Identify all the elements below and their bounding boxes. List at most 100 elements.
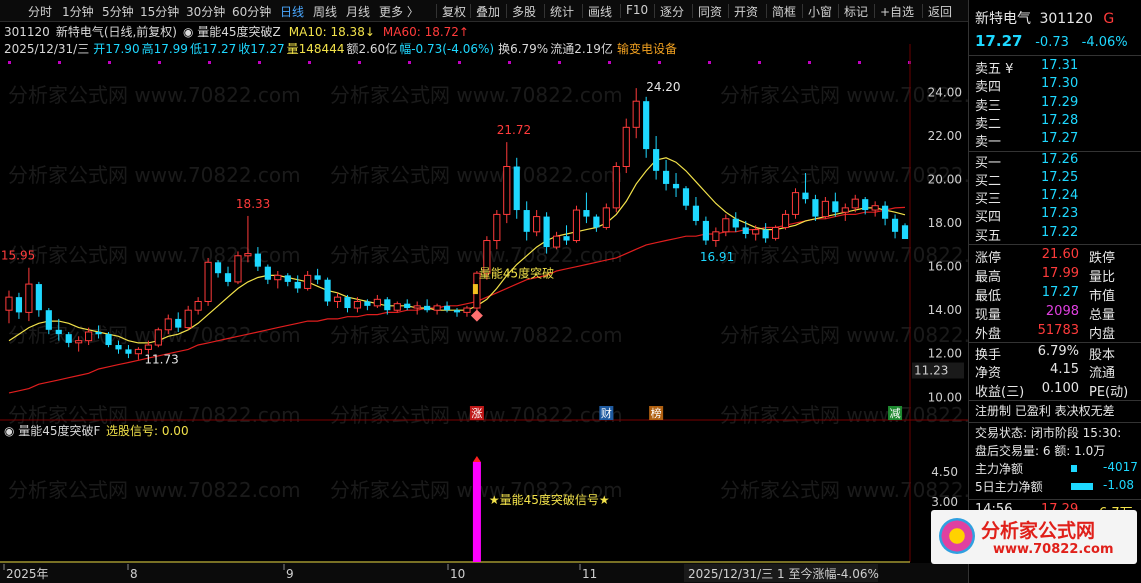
tool-button-10[interactable]: 小窗 — [808, 3, 832, 20]
candle-body[interactable] — [871, 205, 879, 211]
candle-body[interactable] — [164, 318, 172, 331]
candle-body[interactable] — [602, 207, 610, 228]
candle-body[interactable] — [583, 210, 590, 217]
period-tab-8[interactable]: 月线 — [346, 3, 370, 20]
candle-body[interactable] — [284, 275, 291, 282]
candle-body[interactable] — [254, 253, 261, 267]
candle-body[interactable] — [214, 262, 222, 274]
candle-body[interactable] — [841, 207, 849, 213]
candle-body[interactable] — [722, 218, 730, 233]
candle-body[interactable] — [453, 310, 461, 313]
period-tab-7[interactable]: 周线 — [313, 3, 337, 20]
candle-body[interactable] — [662, 170, 670, 184]
candle-body[interactable] — [563, 236, 570, 241]
candle-body[interactable] — [772, 226, 780, 239]
candle-body[interactable] — [612, 166, 620, 209]
candle-body[interactable] — [513, 166, 520, 211]
candle-body[interactable] — [732, 218, 739, 228]
ask-row-2[interactable]: 卖三 17.29 — [975, 95, 1135, 114]
kline-chart-svg[interactable]: 301120 新特电气(日线,前复权) ◉ 量能45度突破Z MA10: 18.38↓… — [0, 22, 968, 583]
candle-body[interactable] — [424, 305, 431, 311]
candle-body[interactable] — [742, 227, 749, 234]
tool-button-5[interactable]: F10 — [626, 3, 648, 17]
candle-body[interactable] — [891, 218, 899, 232]
candle-body[interactable] — [752, 229, 760, 235]
tool-button-9[interactable]: 简框 — [772, 3, 796, 20]
candle-body[interactable] — [55, 329, 62, 335]
ask-row-1[interactable]: 卖四 17.30 — [975, 76, 1135, 95]
candle-body[interactable] — [832, 201, 839, 213]
candle-body[interactable] — [194, 300, 202, 311]
candle-body[interactable] — [65, 334, 72, 343]
ask-row-0[interactable]: 卖五 ¥ 17.31 — [975, 58, 1135, 77]
candle-body[interactable] — [543, 216, 550, 248]
candle-body[interactable] — [762, 229, 769, 239]
candle-body[interactable] — [244, 253, 252, 257]
candle-body[interactable] — [572, 209, 581, 242]
candle-body[interactable] — [702, 220, 709, 241]
candle-body[interactable] — [781, 213, 790, 228]
candle-body[interactable] — [493, 213, 501, 242]
candle-body[interactable] — [35, 284, 42, 311]
candle-body[interactable] — [45, 310, 52, 330]
candle-body[interactable] — [105, 334, 112, 346]
tool-button-4[interactable]: 画线 — [588, 3, 612, 20]
candle-body[interactable] — [851, 198, 859, 209]
candle-body[interactable] — [552, 235, 561, 248]
ask-row-4[interactable]: 卖一 17.27 — [975, 131, 1135, 150]
candle-body[interactable] — [812, 199, 819, 217]
candle-body[interactable] — [75, 340, 83, 344]
candle-body[interactable] — [304, 274, 312, 289]
candle-body[interactable] — [234, 255, 242, 283]
candle-body[interactable] — [672, 183, 680, 189]
tool-button-7[interactable]: 同资 — [698, 3, 722, 20]
candle-body[interactable] — [25, 283, 33, 313]
candle-body[interactable] — [791, 192, 800, 215]
candle-body[interactable] — [125, 349, 132, 354]
candle-body[interactable] — [115, 345, 122, 350]
candle-body[interactable] — [154, 329, 162, 346]
candle-body[interactable] — [901, 225, 909, 240]
candle-body[interactable] — [274, 274, 282, 281]
candle-body[interactable] — [404, 303, 411, 309]
period-tab-1[interactable]: 1分钟 — [62, 3, 94, 20]
bid-row-1[interactable]: 买二 17.25 — [975, 170, 1135, 189]
candle-body[interactable] — [353, 300, 362, 309]
candle-body[interactable] — [622, 126, 630, 168]
bid-row-4[interactable]: 买五 17.22 — [975, 225, 1135, 244]
candle-body[interactable] — [393, 303, 401, 311]
candle-body[interactable] — [264, 266, 271, 280]
candle-body[interactable] — [333, 296, 342, 302]
candle-body[interactable] — [224, 273, 232, 282]
tool-button-6[interactable]: 逐分 — [660, 3, 684, 20]
tool-button-12[interactable]: +自选 — [880, 3, 914, 20]
period-tab-5[interactable]: 60分钟 — [232, 3, 271, 20]
candle-body[interactable] — [682, 188, 690, 206]
bid-row-2[interactable]: 买三 17.24 — [975, 188, 1135, 207]
period-tab-2[interactable]: 5分钟 — [102, 3, 134, 20]
tool-button-11[interactable]: 标记 — [844, 3, 868, 20]
candle-body[interactable] — [95, 331, 102, 335]
bid-row-3[interactable]: 买四 17.23 — [975, 206, 1135, 225]
candle-body[interactable] — [882, 205, 889, 219]
candle-body[interactable] — [5, 296, 13, 311]
candle-body[interactable] — [503, 166, 511, 215]
period-tab-4[interactable]: 30分钟 — [186, 3, 225, 20]
candle-body[interactable] — [821, 200, 829, 218]
candle-body[interactable] — [802, 192, 809, 200]
period-tab-0[interactable]: 分时 — [28, 3, 52, 20]
tool-button-8[interactable]: 开资 — [734, 3, 758, 20]
candle-body[interactable] — [314, 275, 321, 280]
candle-body[interactable] — [433, 305, 441, 311]
candle-body[interactable] — [712, 231, 720, 242]
candle-body[interactable] — [653, 149, 660, 171]
period-tab-3[interactable]: 15分钟 — [140, 3, 179, 20]
tool-button-1[interactable]: 叠加 — [476, 3, 500, 20]
candle-body[interactable] — [373, 298, 381, 307]
candle-body[interactable] — [175, 318, 182, 328]
candle-body[interactable] — [204, 261, 212, 302]
candle-body[interactable] — [593, 216, 600, 228]
kline-chart-area[interactable]: 301120 新特电气(日线,前复权) ◉ 量能45度突破Z MA10: 18.38↓… — [0, 22, 968, 583]
candle-body[interactable] — [463, 307, 471, 313]
candle-body[interactable] — [692, 205, 700, 221]
